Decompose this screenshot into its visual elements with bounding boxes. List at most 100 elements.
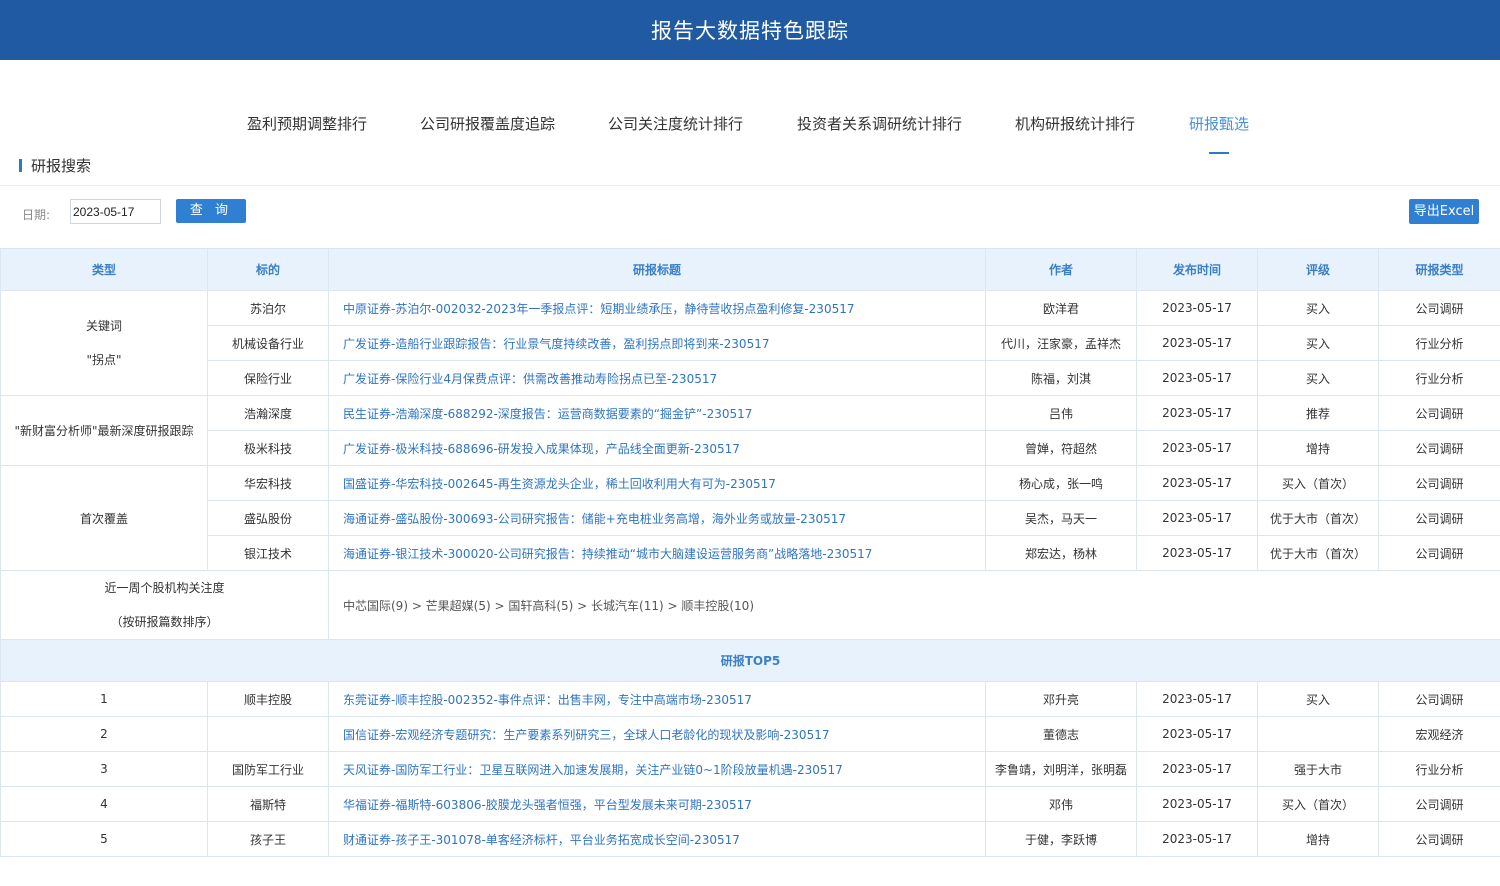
tab-attention-ranking[interactable]: 公司关注度统计排行 — [608, 113, 743, 134]
report-type-cell: 公司调研 — [1378, 786, 1500, 822]
top5-title: 研报TOP5 — [0, 639, 1500, 682]
report-link[interactable]: 财通证券-孩子王-301078-单客经济标杆，平台业务拓宽成长空间-230517 — [343, 833, 740, 847]
table-row: 1 顺丰控股 东莞证券-顺丰控股-002352-事件点评：出售丰网，专注中高端市… — [0, 681, 1500, 717]
page-title: 报告大数据特色跟踪 — [651, 19, 849, 43]
report-link[interactable]: 海通证券-银江技术-300020-公司研究报告：持续推动“城市大脑建设运营服务商… — [343, 547, 872, 561]
title-cell: 民生证券-浩瀚深度-688292-深度报告：运营商数据要素的“掘金铲”-2305… — [328, 395, 986, 431]
rating-cell: 优于大市（首次） — [1257, 535, 1379, 571]
report-link[interactable]: 广发证券-造船行业跟踪报告：行业景气度持续改善，盈利拐点即将到来-230517 — [343, 337, 769, 351]
target-cell: 孩子王 — [207, 821, 329, 857]
date-cell: 2023-05-17 — [1136, 535, 1258, 571]
target-cell: 福斯特 — [207, 786, 329, 822]
report-type-cell: 公司调研 — [1378, 290, 1500, 326]
report-link[interactable]: 国盛证券-华宏科技-002645-再生资源龙头企业，稀土回收利用大有可为-230… — [343, 477, 776, 491]
report-link[interactable]: 国信证券-宏观经济专题研究：生产要素系列研究三，全球人口老龄化的现状及影响-23… — [343, 728, 829, 742]
tab-report-selection[interactable]: 研报甄选 — [1189, 113, 1249, 154]
rating-cell: 推荐 — [1257, 395, 1379, 431]
header-target: 标的 — [207, 248, 329, 291]
rating-cell — [1257, 716, 1379, 752]
report-link[interactable]: 华福证券-福斯特-603806-胶膜龙头强者恒强，平台型发展未来可期-23051… — [343, 798, 752, 812]
report-type-cell: 公司调研 — [1378, 821, 1500, 857]
date-cell: 2023-05-17 — [1136, 786, 1258, 822]
header-type: 类型 — [0, 248, 208, 291]
author-cell: 陈福，刘淇 — [985, 360, 1137, 396]
focus-label-cell: 近一周个股机构关注度 （按研报篇数排序） — [0, 570, 329, 640]
query-button[interactable]: 查 询 — [176, 199, 246, 223]
title-cell: 中原证券-苏泊尔-002032-2023年一季报点评：短期业绩承压，静待营收拐点… — [328, 290, 986, 326]
table-row: 关键词 "拐点" 苏泊尔 中原证券-苏泊尔-002032-2023年一季报点评：… — [0, 290, 1500, 396]
title-cell: 广发证券-保险行业4月保费点评：供需改善推动寿险拐点已至-230517 — [328, 360, 986, 396]
date-input[interactable] — [70, 199, 161, 224]
table-row: "新财富分析师"最新深度研报跟踪 浩瀚深度 民生证券-浩瀚深度-688292-深… — [0, 395, 1500, 466]
author-cell: 代川，汪家豪，孟祥杰 — [985, 325, 1137, 361]
title-cell: 华福证券-福斯特-603806-胶膜龙头强者恒强，平台型发展未来可期-23051… — [328, 786, 986, 822]
date-cell: 2023-05-17 — [1136, 430, 1258, 466]
title-cell: 财通证券-孩子王-301078-单客经济标杆，平台业务拓宽成长空间-230517 — [328, 821, 986, 857]
target-cell: 苏泊尔 — [207, 290, 329, 326]
type-cell-first-coverage: 首次覆盖 — [0, 465, 208, 571]
rank-cell: 3 — [0, 751, 208, 787]
table-row: 保险行业 广发证券-保险行业4月保费点评：供需改善推动寿险拐点已至-230517… — [1, 360, 1500, 396]
date-cell: 2023-05-17 — [1136, 325, 1258, 361]
target-cell: 银江技术 — [207, 535, 329, 571]
rank-cell: 1 — [0, 681, 208, 717]
rank-cell: 5 — [0, 821, 208, 857]
date-cell: 2023-05-17 — [1136, 465, 1258, 501]
header-rating: 评级 — [1257, 248, 1379, 291]
report-type-cell: 公司调研 — [1378, 535, 1500, 571]
title-cell: 广发证券-造船行业跟踪报告：行业景气度持续改善，盈利拐点即将到来-230517 — [328, 325, 986, 361]
author-cell: 郑宏达，杨林 — [985, 535, 1137, 571]
tab-investor-relations[interactable]: 投资者关系调研统计排行 — [797, 113, 962, 134]
rating-cell: 买入 — [1257, 290, 1379, 326]
rank-cell: 4 — [0, 786, 208, 822]
tab-coverage-tracking[interactable]: 公司研报覆盖度追踪 — [420, 113, 555, 134]
table-header-row: 类型 标的 研报标题 作者 发布时间 评级 研报类型 — [0, 248, 1500, 291]
rating-cell: 买入 — [1257, 325, 1379, 361]
title-cell: 海通证券-盛弘股份-300693-公司研究报告：储能+充电桩业务高增，海外业务或… — [328, 500, 986, 536]
report-type-cell: 公司调研 — [1378, 681, 1500, 717]
author-cell: 杨心成，张一鸣 — [985, 465, 1137, 501]
type-cell-keyword: 关键词 "拐点" — [0, 290, 208, 396]
title-cell: 国盛证券-华宏科技-002645-再生资源龙头企业，稀土回收利用大有可为-230… — [328, 465, 986, 501]
target-cell: 保险行业 — [207, 360, 329, 396]
date-cell: 2023-05-17 — [1136, 290, 1258, 326]
title-cell: 海通证券-银江技术-300020-公司研究报告：持续推动“城市大脑建设运营服务商… — [328, 535, 986, 571]
target-cell: 华宏科技 — [207, 465, 329, 501]
date-cell: 2023-05-17 — [1136, 681, 1258, 717]
export-excel-button[interactable]: 导出Excel — [1409, 199, 1479, 224]
type-cell-analyst: "新财富分析师"最新深度研报跟踪 — [0, 395, 208, 466]
date-cell: 2023-05-17 — [1136, 821, 1258, 857]
rating-cell: 增持 — [1257, 821, 1379, 857]
header-title: 研报标题 — [328, 248, 986, 291]
rating-cell: 增持 — [1257, 430, 1379, 466]
report-link[interactable]: 东莞证券-顺丰控股-002352-事件点评：出售丰网，专注中高端市场-23051… — [343, 693, 752, 707]
date-cell: 2023-05-17 — [1136, 751, 1258, 787]
report-type-cell: 公司调研 — [1378, 500, 1500, 536]
header-author: 作者 — [985, 248, 1137, 291]
report-link[interactable]: 民生证券-浩瀚深度-688292-深度报告：运营商数据要素的“掘金铲”-2305… — [343, 407, 752, 421]
section-title: 研报搜索 — [31, 156, 92, 175]
target-cell: 浩瀚深度 — [207, 395, 329, 431]
report-type-cell: 公司调研 — [1378, 465, 1500, 501]
top-header: 报告大数据特色跟踪 — [0, 0, 1500, 60]
title-cell: 东莞证券-顺丰控股-002352-事件点评：出售丰网，专注中高端市场-23051… — [328, 681, 986, 717]
author-cell: 邓伟 — [985, 786, 1137, 822]
focus-row: 近一周个股机构关注度 （按研报篇数排序） 中芯国际(9) > 芒果超媒(5) >… — [0, 570, 1500, 640]
report-link[interactable]: 广发证券-极米科技-688696-研发投入成果体现，产品线全面更新-230517 — [343, 442, 740, 456]
title-cell: 广发证券-极米科技-688696-研发投入成果体现，产品线全面更新-230517 — [328, 430, 986, 466]
table-row: 盛弘股份 海通证券-盛弘股份-300693-公司研究报告：储能+充电桩业务高增，… — [1, 500, 1500, 536]
report-link[interactable]: 广发证券-保险行业4月保费点评：供需改善推动寿险拐点已至-230517 — [343, 372, 717, 386]
report-type-cell: 公司调研 — [1378, 430, 1500, 466]
author-cell: 邓升亮 — [985, 681, 1137, 717]
tab-earnings-revision[interactable]: 盈利预期调整排行 — [247, 113, 367, 134]
search-bar: 日期: 查 询 导出Excel — [0, 186, 1500, 248]
report-link[interactable]: 中原证券-苏泊尔-002032-2023年一季报点评：短期业绩承压，静待营收拐点… — [343, 302, 854, 316]
table-row: 首次覆盖 华宏科技 国盛证券-华宏科技-002645-再生资源龙头企业，稀土回收… — [0, 465, 1500, 571]
header-report-type: 研报类型 — [1378, 248, 1500, 291]
report-type-cell: 行业分析 — [1378, 325, 1500, 361]
report-link[interactable]: 天风证券-国防军工行业：卫星互联网进入加速发展期，关注产业链0~1阶段放量机遇-… — [343, 763, 843, 777]
table-row: 2 国信证券-宏观经济专题研究：生产要素系列研究三，全球人口老龄化的现状及影响-… — [0, 716, 1500, 752]
tab-institution-ranking[interactable]: 机构研报统计排行 — [1015, 113, 1135, 134]
active-tab-indicator — [1209, 152, 1229, 154]
report-link[interactable]: 海通证券-盛弘股份-300693-公司研究报告：储能+充电桩业务高增，海外业务或… — [343, 512, 846, 526]
